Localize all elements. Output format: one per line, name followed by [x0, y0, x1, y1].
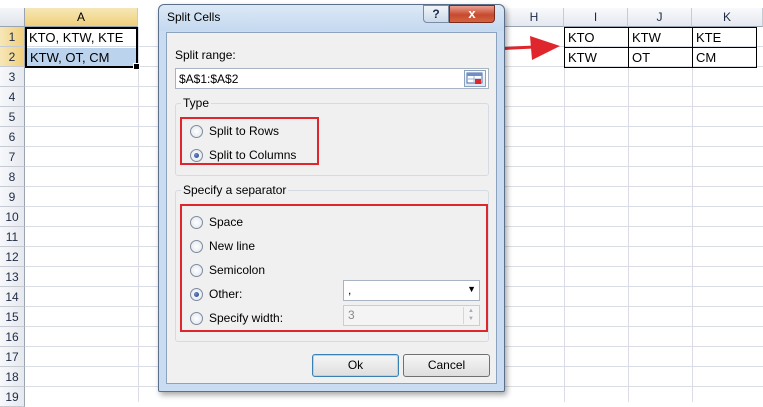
cell-k1[interactable]: KTE	[692, 27, 757, 48]
close-button[interactable]: x	[449, 5, 495, 23]
specify-width-radio[interactable]	[190, 312, 203, 325]
split-columns-radio[interactable]	[190, 149, 203, 162]
row-header-13[interactable]: 13	[0, 267, 25, 287]
row-header-7[interactable]: 7	[0, 147, 25, 167]
help-button[interactable]: ?	[423, 5, 449, 23]
split-columns-label[interactable]: Split to Columns	[209, 148, 296, 162]
row-header-14[interactable]: 14	[0, 287, 25, 307]
row-header-15[interactable]: 15	[0, 307, 25, 327]
cell-i1[interactable]: KTO	[564, 27, 629, 48]
row-header-3[interactable]: 3	[0, 67, 25, 87]
cell-j2[interactable]: OT	[628, 47, 693, 68]
split-range-label: Split range:	[175, 48, 236, 62]
column-header-j[interactable]: J	[628, 8, 692, 27]
row-header-10[interactable]: 10	[0, 207, 25, 227]
split-rows-label[interactable]: Split to Rows	[209, 124, 279, 138]
row-header-17[interactable]: 17	[0, 347, 25, 367]
other-separator-select[interactable]: , ▼	[343, 280, 480, 301]
row-header-11[interactable]: 11	[0, 227, 25, 247]
space-radio[interactable]	[190, 216, 203, 229]
row-header-9[interactable]: 9	[0, 187, 25, 207]
cell-a1[interactable]: KTO, KTW, KTE	[26, 28, 138, 47]
space-label[interactable]: Space	[209, 215, 243, 229]
row-header-1[interactable]: 1	[0, 27, 25, 47]
ok-button[interactable]: Ok	[312, 354, 399, 377]
select-all-corner[interactable]	[0, 8, 25, 27]
specify-width-label[interactable]: Specify width:	[209, 311, 283, 325]
specify-width-value: 3	[348, 308, 355, 322]
dialog-title: Split Cells	[167, 10, 221, 24]
row-header-16[interactable]: 16	[0, 327, 25, 347]
split-rows-radio[interactable]	[190, 125, 203, 138]
range-picker-button[interactable]	[464, 70, 486, 87]
column-header-a[interactable]: A	[25, 8, 138, 27]
row-header-18[interactable]: 18	[0, 367, 25, 387]
split-cells-dialog: Split Cells ? x Split range: Type Split …	[158, 4, 505, 392]
semicolon-radio[interactable]	[190, 264, 203, 277]
column-header-k[interactable]: K	[692, 8, 763, 27]
range-select-icon	[466, 72, 483, 84]
cancel-button[interactable]: Cancel	[403, 354, 490, 377]
row-header-4[interactable]: 4	[0, 87, 25, 107]
type-group-title: Type	[181, 96, 212, 110]
cell-i2[interactable]: KTW	[564, 47, 629, 68]
column-header-i[interactable]: I	[564, 8, 628, 27]
cell-k2[interactable]: CM	[692, 47, 757, 68]
cell-a2[interactable]: KTW, OT, CM	[27, 48, 136, 66]
separator-group-title: Specify a separator	[181, 183, 289, 197]
new-line-label[interactable]: New line	[209, 239, 255, 253]
row-header-6[interactable]: 6	[0, 127, 25, 147]
other-radio[interactable]	[190, 288, 203, 301]
row-header-8[interactable]: 8	[0, 167, 25, 187]
dialog-title-bar[interactable]: Split Cells ? x	[159, 5, 504, 31]
row-header-2[interactable]: 2	[0, 47, 25, 67]
column-header-h[interactable]: H	[505, 8, 564, 27]
other-label[interactable]: Other:	[209, 287, 242, 301]
new-line-radio[interactable]	[190, 240, 203, 253]
row-header-5[interactable]: 5	[0, 107, 25, 127]
row-header-19[interactable]: 19	[0, 387, 25, 407]
specify-width-input[interactable]: 3 ▲ ▼	[343, 305, 480, 326]
other-separator-value: ,	[348, 283, 352, 297]
dialog-body: Split range: Type Split to Rows Split to…	[166, 32, 497, 384]
semicolon-label[interactable]: Semicolon	[209, 263, 265, 277]
cell-j1[interactable]: KTW	[628, 27, 693, 48]
width-spinner-icon[interactable]: ▲ ▼	[463, 307, 478, 324]
split-range-input[interactable]	[175, 68, 489, 89]
dropdown-arrow-icon: ▼	[467, 284, 476, 294]
row-header-12[interactable]: 12	[0, 247, 25, 267]
